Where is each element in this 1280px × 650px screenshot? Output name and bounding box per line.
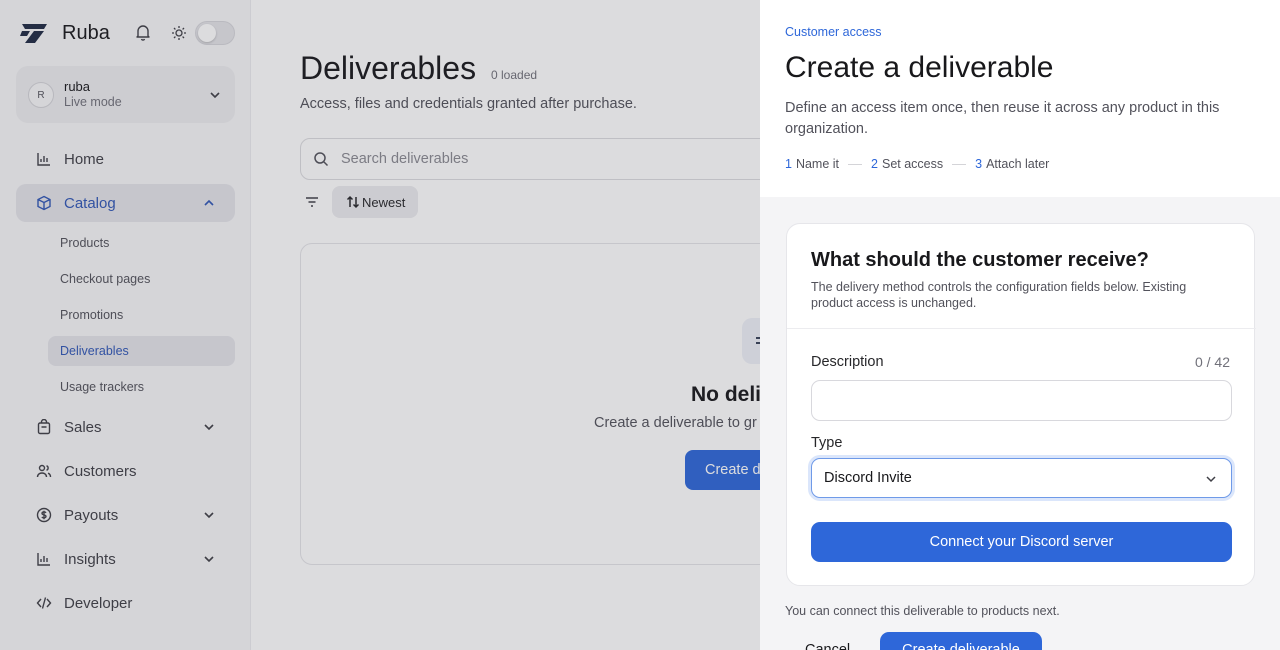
- cancel-button[interactable]: Cancel: [805, 642, 850, 650]
- create-deliverable-button[interactable]: Create deliverable: [880, 632, 1042, 650]
- footer-note: You can connect this deliverable to prod…: [785, 604, 1060, 618]
- chevron-down-icon: [1206, 476, 1216, 483]
- description-label: Description: [811, 354, 884, 370]
- type-selected-value: Discord Invite: [824, 470, 912, 486]
- step-2-label: Set access: [881, 157, 944, 171]
- step-separator: [952, 163, 967, 165]
- type-label: Type: [811, 435, 843, 451]
- step-1-label: Name it: [795, 157, 840, 171]
- drawer-header: Customer access Create a deliverable Def…: [760, 0, 1280, 197]
- step-3-number: 3: [975, 157, 983, 171]
- form-question: What should the customer receive?: [811, 249, 1149, 271]
- modal-overlay[interactable]: [0, 0, 760, 650]
- step-1-number: 1: [785, 157, 792, 171]
- drawer-eyebrow: Customer access: [785, 25, 882, 39]
- create-deliverable-drawer: Customer access Create a deliverable Def…: [760, 0, 1280, 650]
- drawer-title: Create a deliverable: [785, 51, 1054, 84]
- divider: [787, 328, 1256, 329]
- form-help-text: The delivery method controls the configu…: [811, 280, 1187, 310]
- drawer-description: Define an access item once, then reuse i…: [785, 100, 1220, 137]
- deliverable-form-card: What should the customer receive? The de…: [786, 223, 1256, 586]
- step-separator: [848, 163, 863, 165]
- description-counter: 0 / 42: [1194, 354, 1230, 370]
- step-indicator: 1 Name it 2 Set access 3 Attach later: [785, 157, 1049, 171]
- step-2-number: 2: [871, 157, 878, 171]
- connect-discord-button[interactable]: Connect your Discord server: [811, 522, 1232, 562]
- type-select[interactable]: Discord Invite: [811, 458, 1232, 498]
- step-3-label: Attach later: [986, 157, 1050, 171]
- description-input[interactable]: [811, 380, 1232, 421]
